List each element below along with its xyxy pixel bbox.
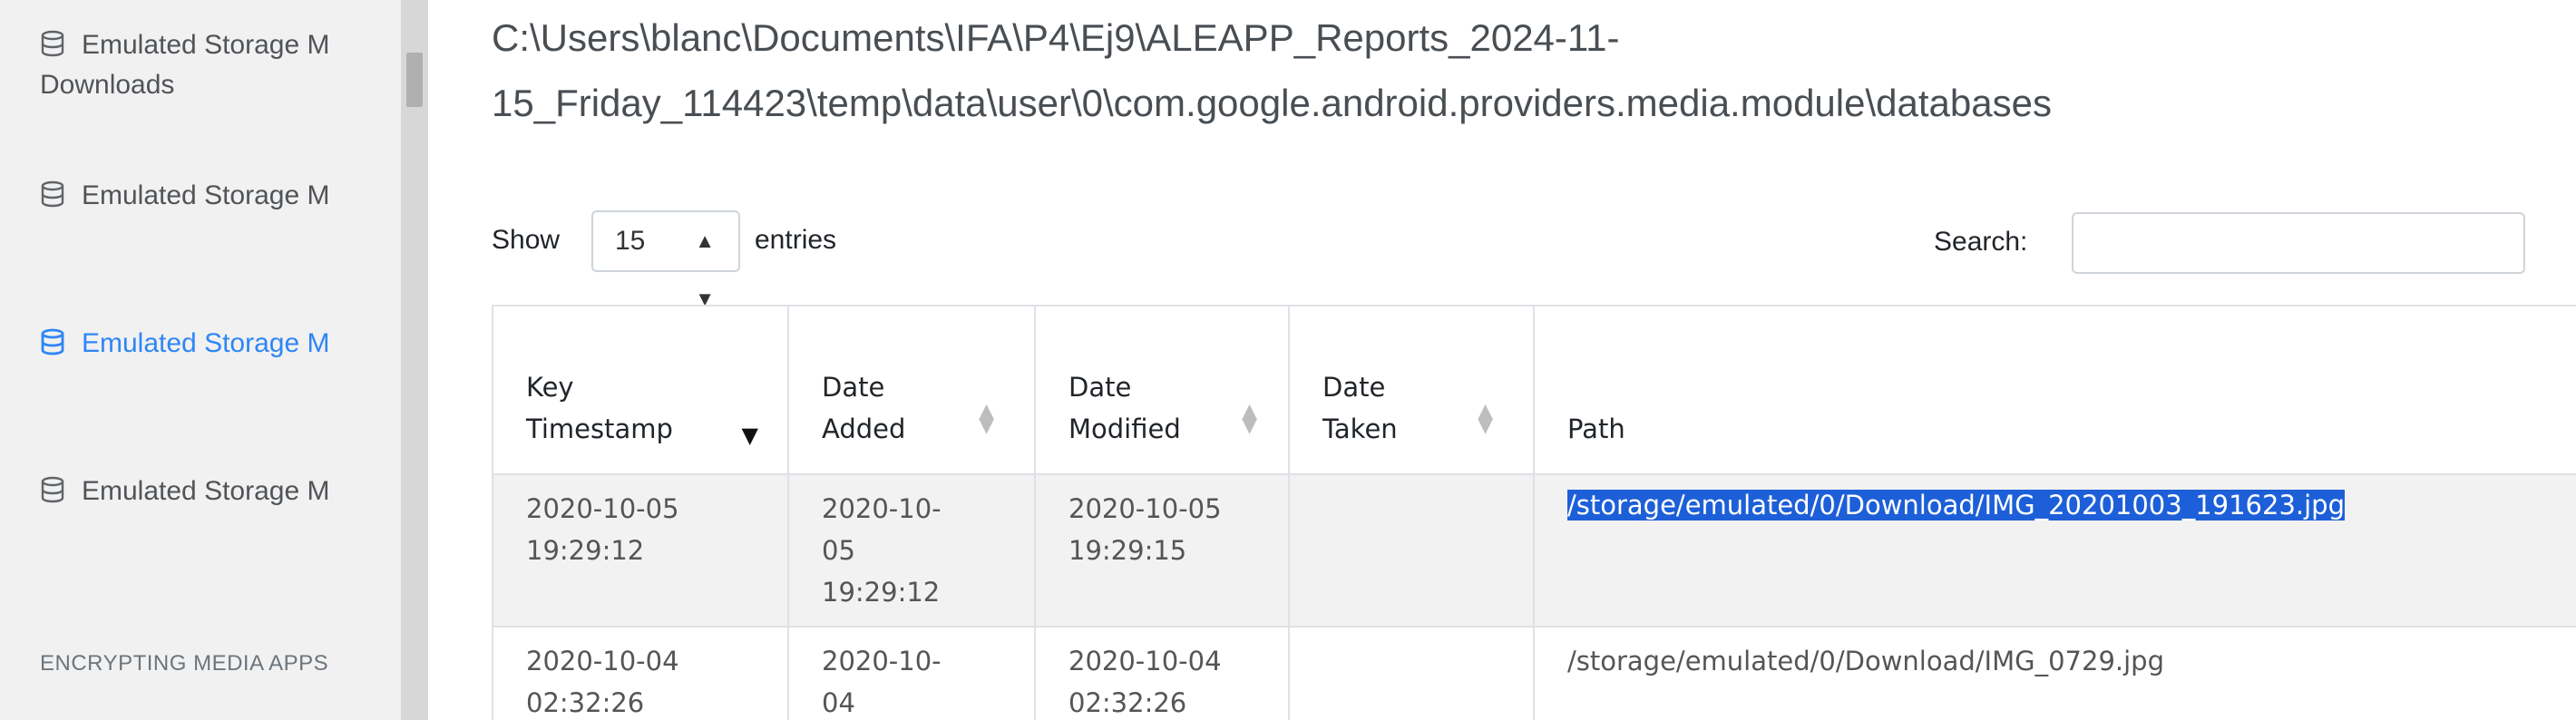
cell-text: 19:29:12 [526,535,645,566]
data-table: Key Timestamp ▼ Date Added ▲ ▼ Date Modif… [492,305,2576,720]
database-icon [41,328,64,355]
sidebar-scroll-thumb[interactable] [406,53,423,107]
cell-text: 02:32:26 [1068,687,1187,718]
report-path: C:\Users\blanc\Documents\IFA\P4\Ej9\ALEA… [492,5,2576,136]
search-input[interactable] [2072,212,2525,274]
column-header-label: Key [526,372,574,403]
cell-date-modified: 2020-10-05 19:29:15 [1034,473,1290,628]
cell-text: 2020-10- [822,493,942,524]
cell-date-added: 2020-10- 05 19:29:12 [787,473,1036,628]
sidebar-item-sublabel: Downloads [40,70,175,100]
column-header-label: Date [822,372,885,403]
cell-text: 19:29:15 [1068,535,1187,566]
cell-text: 2020-10- [822,646,942,676]
selected-path-text[interactable]: /storage/emulated/0/Download/IMG_2020100… [1567,490,2345,521]
main-content: C:\Users\blanc\Documents\IFA\P4\Ej9\ALEA… [428,0,2576,720]
column-header-label: Added [822,414,906,444]
sidebar: Emulated Storage M Downloads Emulated St… [0,0,428,720]
column-header-label: Date [1068,372,1132,403]
cell-text: 19:29:12 [822,577,941,608]
column-header-label: Modified [1068,414,1181,444]
cell-date-taken [1288,626,1535,720]
table-row[interactable]: 2020-10-04 02:32:26 2020-10- 04 2020-10-… [492,626,2576,720]
cell-text: 2020-10-05 [526,493,679,524]
sidebar-scrollbar[interactable] [401,0,428,720]
database-icon [41,180,64,208]
sidebar-item-emulated-storage-2[interactable]: Emulated Storage M [40,176,403,216]
column-header-label: Path [1567,414,1625,444]
sidebar-item-label: Emulated Storage M [82,328,330,358]
cell-text: 04 [822,687,855,718]
column-header-path[interactable]: Path [1533,305,2576,475]
sidebar-item-emulated-storage-4[interactable]: Emulated Storage M [40,472,403,511]
report-path-line-2: 15_Friday_114423\temp\data\user\0\com.go… [492,82,2052,124]
column-header-label: Timestamp [526,414,673,444]
cell-text: 2020-10-05 [1068,493,1222,524]
database-icon [41,476,64,503]
sort-both-icon: ▲ ▼ [979,400,994,437]
column-header-label: Taken [1322,414,1398,444]
column-header-date-taken[interactable]: Date Taken ▲ ▼ [1288,305,1535,475]
column-header-key-timestamp[interactable]: Key Timestamp ▼ [492,305,789,475]
cell-date-taken [1288,473,1535,628]
table-header-row: Key Timestamp ▼ Date Added ▲ ▼ Date Modif… [492,305,2576,475]
sidebar-item-label: Emulated Storage M [82,180,330,210]
table-row[interactable]: 2020-10-05 19:29:12 2020-10- 05 19:29:12… [492,473,2576,628]
cell-key-timestamp: 2020-10-05 19:29:12 [492,473,789,628]
database-icon [41,30,64,57]
sort-desc-icon: ▼ [741,423,758,448]
cell-key-timestamp: 2020-10-04 02:32:26 [492,626,789,720]
cell-date-modified: 2020-10-04 02:32:26 [1034,626,1290,720]
column-header-date-modified[interactable]: Date Modified ▲ ▼ [1034,305,1290,475]
column-header-date-added[interactable]: Date Added ▲ ▼ [787,305,1036,475]
report-path-line-1: C:\Users\blanc\Documents\IFA\P4\Ej9\ALEA… [492,16,1620,59]
sidebar-item-emulated-storage-active[interactable]: Emulated Storage M [40,324,403,364]
sidebar-section-heading: ENCRYPTING MEDIA APPS [40,651,329,676]
cell-text: 2020-10-04 [526,646,679,676]
show-label: Show [492,225,561,255]
cell-text: 2020-10-04 [1068,646,1222,676]
cell-path: /storage/emulated/0/Download/IMG_0729.jp… [1533,626,2576,720]
sidebar-item-label: Emulated Storage M [82,476,330,506]
sidebar-item-label: Emulated Storage M [82,30,330,60]
column-header-label: Date [1322,372,1386,403]
cell-text: 05 [822,535,855,566]
page-length-select[interactable]: 15 ▲ ▼ [591,210,740,310]
search-label: Search: [1934,227,2028,257]
sort-both-icon: ▲ ▼ [1242,400,1257,437]
cell-date-added: 2020-10- 04 [787,626,1036,720]
path-text: /storage/emulated/0/Download/IMG_0729.jp… [1567,646,2164,676]
sort-both-icon: ▲ ▼ [1478,400,1493,437]
cell-path: /storage/emulated/0/Download/IMG_2020100… [1533,473,2576,628]
sidebar-item-emulated-storage-downloads[interactable]: Emulated Storage M Downloads [40,25,403,105]
cell-text: 02:32:26 [526,687,645,718]
entries-label: entries [755,225,837,255]
app-window: Emulated Storage M Downloads Emulated St… [0,0,2576,720]
page-length-value: 15 [615,226,646,256]
